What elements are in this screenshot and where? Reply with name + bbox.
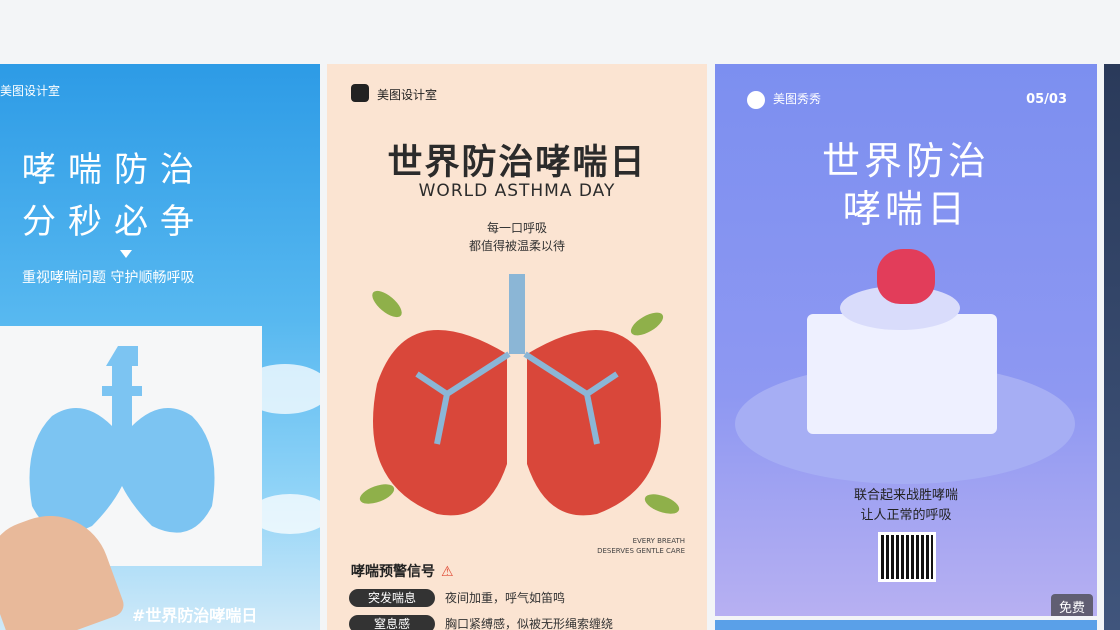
card-slogan: 联合起来战胜哮喘 让人正常的呼吸: [715, 486, 1097, 526]
lung-icon: [877, 249, 935, 304]
top-bar: [0, 0, 1120, 64]
signal-text: 胸口紧缚感，似被无形绳索缠绕: [445, 617, 614, 630]
isometric-box: [807, 314, 997, 434]
card-hashtag: #世界防治哮喘日: [132, 606, 258, 625]
warning-title-text: 哮喘预警信号: [351, 564, 435, 580]
lung-illustration: [359, 274, 680, 516]
card-brand: 美图设计室: [351, 84, 438, 103]
card-subtitle: 重视哮喘问题 守护顺畅呼吸: [22, 270, 195, 286]
template-card-1[interactable]: 美图设计室 哮喘防治 分秒必争 重视哮喘问题 守护顺畅呼吸 #世界防治哮喘日: [0, 64, 320, 630]
card-date: 05/03: [1026, 92, 1067, 107]
signal-label: 窒息感: [349, 615, 435, 630]
template-card-4-partial[interactable]: [1104, 64, 1120, 630]
small-line: EVERY BREATH: [632, 537, 685, 545]
down-triangle-icon: [120, 250, 132, 258]
free-badge: 免费: [1050, 594, 1093, 616]
card-brand-text: 美图秀秀: [773, 92, 822, 106]
brand-logo-icon: [351, 84, 369, 102]
card-brand-text: 美图设计室: [377, 88, 438, 102]
card-title-line1: 哮喘防治: [22, 150, 206, 190]
warning-title: 哮喘预警信号 ⚠: [351, 561, 454, 581]
card-brand: 美图秀秀: [747, 90, 821, 109]
card-small-text: EVERY BREATH DESERVES GENTLE CARE: [597, 536, 685, 556]
card-title-line2: 分秒必争: [22, 202, 206, 242]
brand-logo-icon: [747, 90, 765, 109]
signal-label: 突发喘息: [349, 589, 435, 607]
template-card-3[interactable]: 美图秀秀 05/03 世界防治 哮喘日 联合起来战胜哮喘 让人正常的呼吸 免费: [715, 64, 1097, 616]
signal-text: 夜间加重，呼气如笛鸣: [445, 591, 566, 605]
quote-line: 都值得被温柔以待: [468, 239, 565, 253]
card-english-title: WORLD ASTHMA DAY: [418, 181, 616, 201]
card-title: 世界防治哮喘日: [387, 143, 647, 183]
quote-line: 每一口呼吸: [486, 221, 547, 235]
card-brand: 美图设计室: [0, 84, 61, 98]
warning-icon: ⚠: [441, 564, 454, 580]
small-line: DESERVES GENTLE CARE: [597, 547, 685, 555]
card-quote: 每一口呼吸 都值得被温柔以待: [327, 219, 707, 255]
card-title-line2: 哮喘日: [842, 187, 969, 231]
signal-row: 窒息感 胸口紧缚感，似被无形绳索缠绕: [349, 615, 613, 630]
signal-row: 突发喘息 夜间加重，呼气如笛鸣: [349, 589, 565, 609]
qr-code: [878, 532, 936, 582]
template-card-2[interactable]: 美图设计室 世界防治哮喘日 WORLD ASTHMA DAY 每一口呼吸 都值得…: [327, 64, 707, 630]
next-card-partial[interactable]: [715, 620, 1097, 630]
slogan-line: 联合起来战胜哮喘: [853, 488, 958, 503]
card-title-line1: 世界防治: [821, 139, 990, 183]
slogan-line: 让人正常的呼吸: [860, 508, 952, 523]
